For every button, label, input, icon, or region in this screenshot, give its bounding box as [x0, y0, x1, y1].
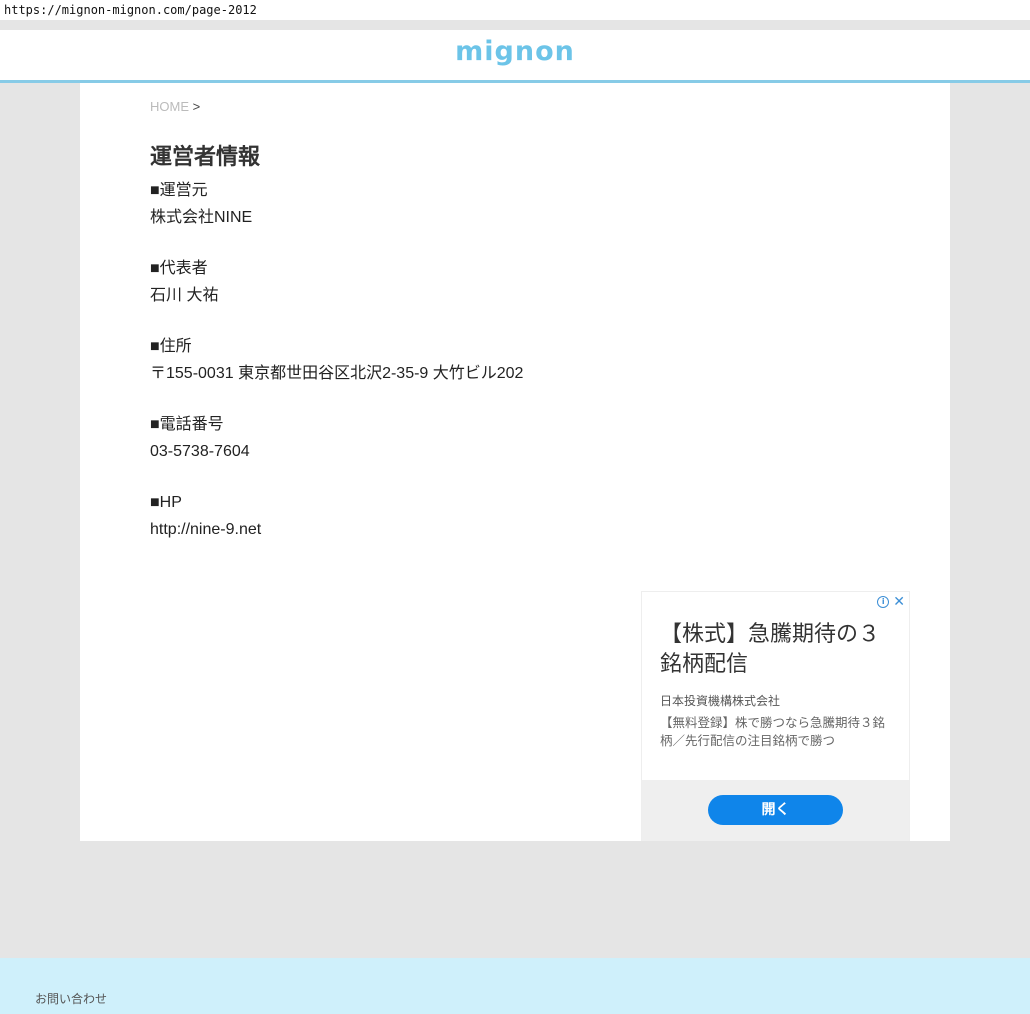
info-label: ■住所 — [150, 338, 192, 355]
ad-controls: i ✕ — [877, 594, 905, 610]
info-value: 石川 大祐 — [150, 287, 219, 304]
ad-open-button[interactable]: 開く — [708, 795, 843, 825]
address-bar[interactable]: https://mignon-mignon.com/page-2012 — [0, 0, 1030, 20]
close-icon[interactable]: ✕ — [893, 594, 905, 610]
info-value: 〒155-0031 東京都世田谷区北沢2-35-9 大竹ビル202 — [150, 365, 524, 382]
ad-footer: 開く — [642, 780, 909, 841]
site-logo[interactable]: mignon — [455, 36, 575, 67]
ad-body: 【無料登録】株で勝つなら急騰期待３銘柄／先行配信の注目銘柄で勝つ — [660, 715, 886, 748]
info-section-homepage: ■HP http://nine-9.net — [150, 489, 523, 543]
main-content: HOME > 運営者情報 ■運営元 株式会社NINE ■代表者 石川 大祐 ■住… — [80, 83, 950, 841]
operator-info: ■運営元 株式会社NINE ■代表者 石川 大祐 ■住所 〒155-0031 東… — [150, 177, 523, 567]
ad-advertiser: 日本投資機構株式会社 — [660, 694, 781, 708]
info-label: ■代表者 — [150, 260, 208, 277]
info-section-operator: ■運営元 株式会社NINE — [150, 177, 523, 231]
breadcrumb: HOME > — [150, 99, 200, 114]
page-title: 運営者情報 — [150, 145, 261, 170]
advertisement[interactable]: i ✕ 【株式】急騰期待の３銘柄配信 日本投資機構株式会社 【無料登録】株で勝つ… — [641, 591, 910, 841]
info-icon[interactable]: i — [877, 596, 890, 608]
info-value: 株式会社NINE — [150, 209, 253, 226]
info-section-address: ■住所 〒155-0031 東京都世田谷区北沢2-35-9 大竹ビル202 — [150, 333, 523, 387]
breadcrumb-separator: > — [192, 99, 201, 114]
info-label: ■運営元 — [150, 182, 208, 199]
site-header: mignon — [0, 30, 1030, 83]
site-footer: お問い合わせ — [0, 958, 1030, 1014]
info-label: ■HP — [150, 494, 182, 511]
info-section-phone: ■電話番号 03-5738-7604 — [150, 411, 523, 465]
breadcrumb-home-link[interactable]: HOME — [150, 99, 189, 114]
info-label: ■電話番号 — [150, 416, 224, 433]
info-value: 03-5738-7604 — [150, 443, 250, 460]
contact-link[interactable]: お問い合わせ — [35, 990, 107, 1007]
ad-headline[interactable]: 【株式】急騰期待の３銘柄配信 — [660, 620, 896, 680]
info-value: http://nine-9.net — [150, 521, 262, 538]
info-section-representative: ■代表者 石川 大祐 — [150, 255, 523, 309]
